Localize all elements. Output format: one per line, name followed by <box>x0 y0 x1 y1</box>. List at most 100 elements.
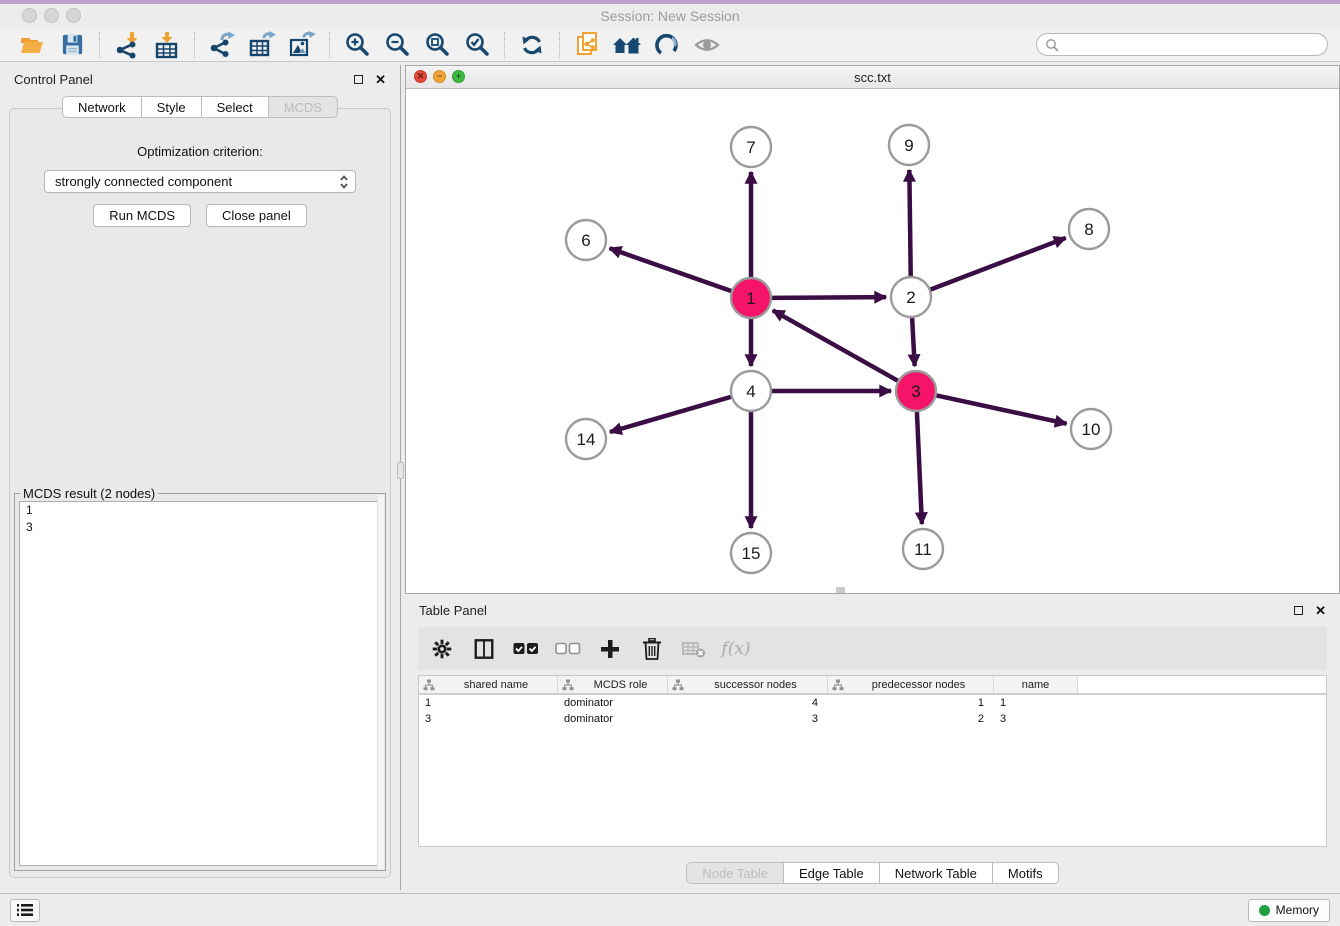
cell-name[interactable]: 3 <box>994 711 1078 727</box>
tab-node-table[interactable]: Node Table <box>686 862 784 884</box>
zoom-window-button[interactable] <box>66 8 81 23</box>
network-window-title: scc.txt <box>854 70 891 85</box>
mcds-result-list[interactable]: 13 <box>19 501 381 866</box>
export-network-button[interactable] <box>202 30 242 60</box>
import-network-button[interactable] <box>107 30 147 60</box>
close-window-button[interactable] <box>22 8 37 23</box>
edge-3-11[interactable] <box>917 412 922 524</box>
tab-edge-table[interactable]: Edge Table <box>784 862 880 884</box>
tab-select[interactable]: Select <box>202 96 269 118</box>
network-close-button[interactable]: ✕ <box>414 70 427 83</box>
optimization-criterion-label: Optimization criterion: <box>137 144 263 159</box>
cell-MCDS-role[interactable]: dominator <box>558 695 668 711</box>
tab-network-table[interactable]: Network Table <box>880 862 993 884</box>
search-field[interactable] <box>1036 33 1328 56</box>
tab-motifs[interactable]: Motifs <box>993 862 1059 884</box>
tab-style[interactable]: Style <box>142 96 202 118</box>
network-canvas[interactable]: 7968124314101511 <box>406 89 1339 593</box>
refresh-button[interactable] <box>512 30 552 60</box>
tab-network[interactable]: Network <box>62 96 142 118</box>
column-header-shared-name[interactable]: shared name <box>419 676 558 693</box>
save-session-button[interactable] <box>52 30 92 60</box>
cell-successor-nodes[interactable]: 3 <box>668 711 828 727</box>
delete-table-icon <box>682 639 706 659</box>
network-zoom-button[interactable]: + <box>452 70 465 83</box>
node-label-2: 2 <box>906 288 915 307</box>
search-input[interactable] <box>1064 38 1319 52</box>
cell-successor-nodes[interactable]: 4 <box>668 695 828 711</box>
close-panel-icon[interactable]: ✕ <box>375 73 386 86</box>
table-row[interactable]: 3dominator323 <box>419 711 1326 727</box>
node-label-4: 4 <box>746 382 755 401</box>
open-session-button[interactable] <box>12 30 52 60</box>
delete-columns-button[interactable] <box>638 635 666 663</box>
column-header-predecessor-nodes[interactable]: predecessor nodes <box>828 676 994 693</box>
tab-mcds[interactable]: MCDS <box>269 96 338 118</box>
edge-2-8[interactable] <box>931 238 1066 290</box>
network-window-titlebar[interactable]: ✕ − + scc.txt <box>406 66 1339 89</box>
task-history-button[interactable] <box>10 899 40 922</box>
mcds-panel: Optimization criterion: strongly connect… <box>9 108 391 878</box>
cell-shared-name[interactable]: 1 <box>419 695 558 711</box>
cell-MCDS-role[interactable]: dominator <box>558 711 668 727</box>
cell-shared-name[interactable]: 3 <box>419 711 558 727</box>
memory-label: Memory <box>1276 903 1319 917</box>
export-table-button[interactable] <box>242 30 282 60</box>
close-panel-icon[interactable]: ✕ <box>1315 604 1326 617</box>
toolbar-separator <box>504 32 505 58</box>
import-table-button[interactable] <box>147 30 187 60</box>
show-graphics-details-button[interactable] <box>687 30 727 60</box>
node-table[interactable]: shared nameMCDS rolesuccessor nodesprede… <box>418 675 1327 847</box>
zoom-fit-button[interactable] <box>417 30 457 60</box>
result-item[interactable]: 3 <box>20 519 380 536</box>
edge-3-1[interactable] <box>773 310 898 380</box>
memory-button[interactable]: Memory <box>1248 899 1330 922</box>
session-title: Session: New Session <box>600 8 739 24</box>
zoom-out-button[interactable] <box>377 30 417 60</box>
criterion-value: strongly connected component <box>55 174 339 189</box>
show-columns-button[interactable] <box>470 635 498 663</box>
float-panel-icon[interactable] <box>354 75 363 84</box>
function-builder-button[interactable]: f(x) <box>722 635 750 663</box>
gear-icon <box>431 638 453 660</box>
table-options-button[interactable] <box>428 635 456 663</box>
apply-style-button[interactable] <box>647 30 687 60</box>
column-header-successor-nodes[interactable]: successor nodes <box>668 676 828 693</box>
run-mcds-button[interactable]: Run MCDS <box>93 204 191 227</box>
canvas-scrollbar-thumb[interactable] <box>836 587 845 593</box>
column-header-MCDS-role[interactable]: MCDS role <box>558 676 668 693</box>
close-panel-button[interactable]: Close panel <box>206 204 307 227</box>
network-graph[interactable]: 7968124314101511 <box>406 89 1339 593</box>
float-panel-icon[interactable] <box>1294 606 1303 615</box>
save-disk-icon <box>60 32 85 57</box>
table-row[interactable]: 1dominator411 <box>419 695 1326 711</box>
panel-splitter-handle[interactable] <box>397 462 404 479</box>
select-all-columns-button[interactable] <box>512 635 540 663</box>
edge-4-14[interactable] <box>610 397 731 432</box>
criterion-dropdown[interactable]: strongly connected component <box>44 170 356 193</box>
trash-icon <box>642 638 662 660</box>
home-button[interactable] <box>607 30 647 60</box>
minimize-window-button[interactable] <box>44 8 59 23</box>
export-image-button[interactable] <box>282 30 322 60</box>
edge-2-9[interactable] <box>909 170 910 276</box>
delete-table-button[interactable] <box>680 635 708 663</box>
column-header-name[interactable]: name <box>994 676 1078 693</box>
deselect-all-columns-button[interactable] <box>554 635 582 663</box>
zoom-selected-button[interactable] <box>457 30 497 60</box>
network-minimize-button[interactable]: − <box>433 70 446 83</box>
result-list-scrollbar[interactable] <box>377 495 384 869</box>
add-column-button[interactable] <box>596 635 624 663</box>
window-traffic-lights[interactable] <box>22 8 81 23</box>
edge-3-10[interactable] <box>937 395 1067 423</box>
cell-name[interactable]: 1 <box>994 695 1078 711</box>
cell-predecessor-nodes[interactable]: 1 <box>828 695 994 711</box>
cell-predecessor-nodes[interactable]: 2 <box>828 711 994 727</box>
zoom-in-button[interactable] <box>337 30 377 60</box>
edge-1-6[interactable] <box>610 248 732 291</box>
edge-2-3[interactable] <box>912 318 915 366</box>
result-item[interactable]: 1 <box>20 502 380 519</box>
titlebar[interactable]: Session: New Session <box>0 4 1340 28</box>
edge-1-2[interactable] <box>772 297 886 298</box>
clone-network-button[interactable] <box>567 30 607 60</box>
